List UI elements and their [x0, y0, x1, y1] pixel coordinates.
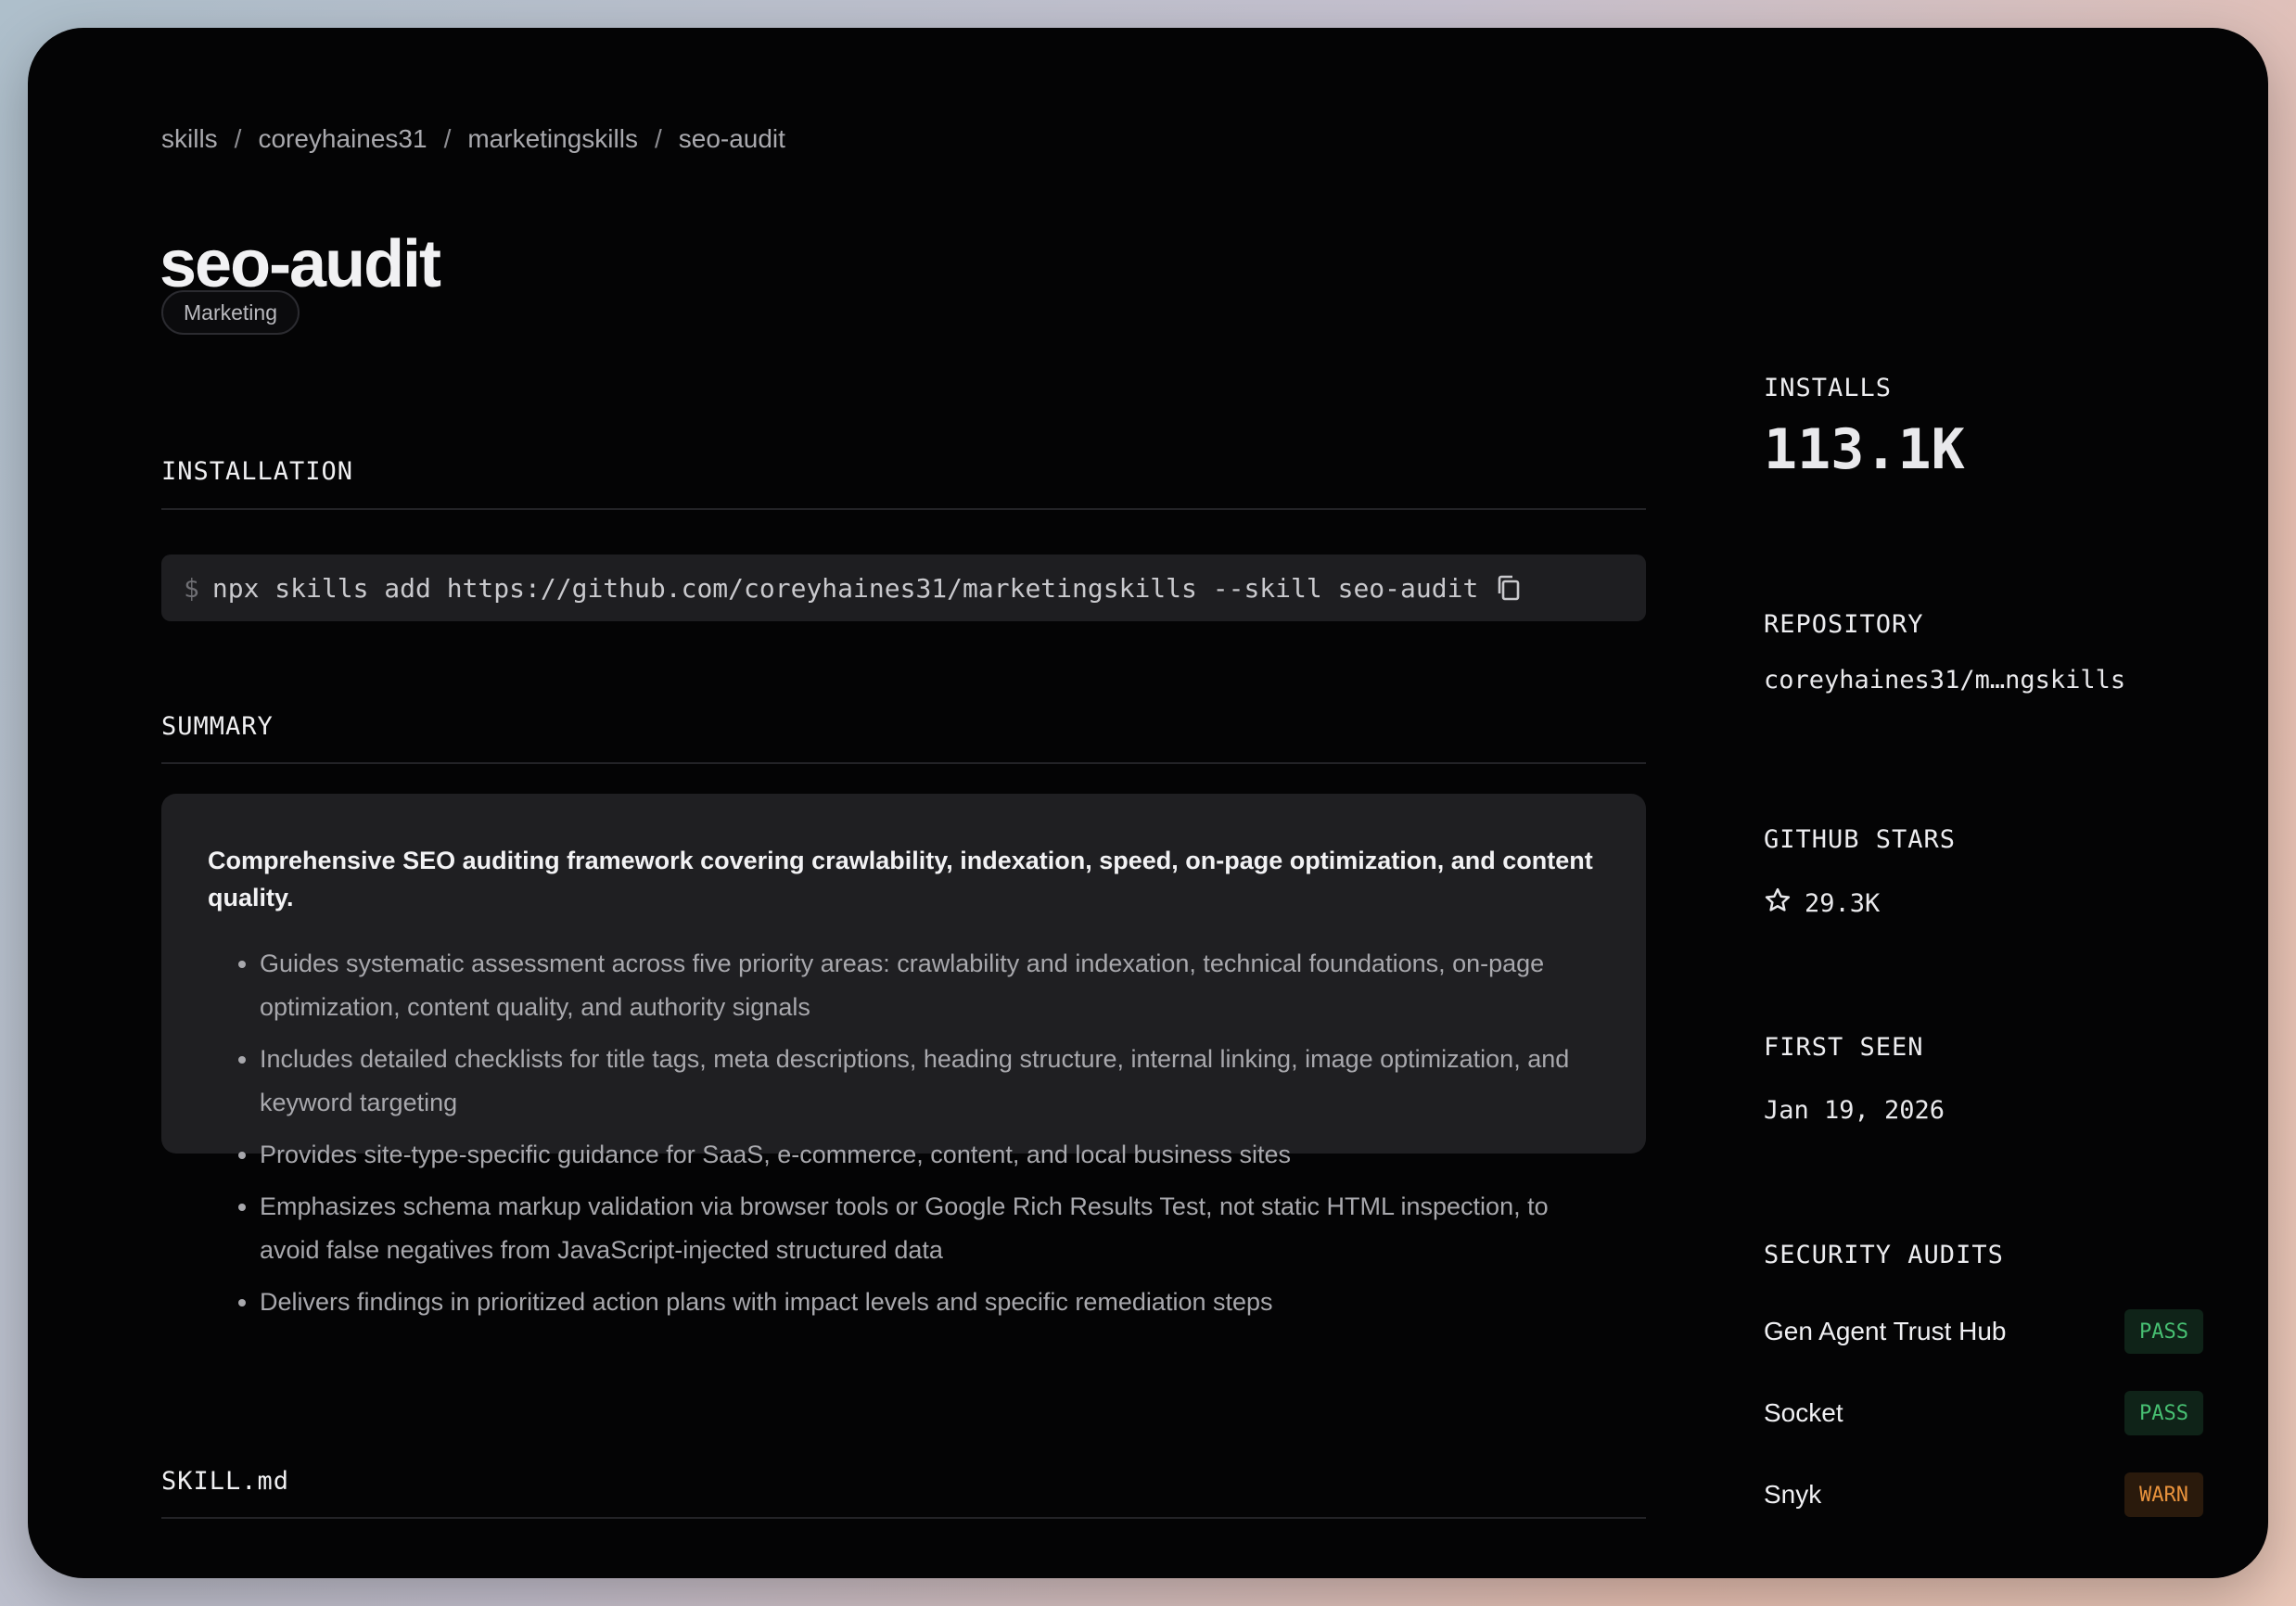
- status-badge: WARN: [2124, 1472, 2203, 1517]
- summary-panel: Comprehensive SEO auditing framework cov…: [161, 794, 1646, 1316]
- security-audits-label: SECURITY AUDITS: [1764, 1241, 2004, 1269]
- install-command-text[interactable]: npx skills add https://github.com/coreyh…: [212, 573, 1478, 604]
- divider: [161, 508, 1646, 510]
- list-item: Emphasizes schema markup validation via …: [260, 1185, 1600, 1272]
- audit-name: Gen Agent Trust Hub: [1764, 1317, 2007, 1345]
- first-seen-label: FIRST SEEN: [1764, 1033, 1924, 1062]
- first-seen-date: Jan 19, 2026: [1764, 1096, 1945, 1125]
- installation-heading: INSTALLATION: [161, 457, 354, 486]
- breadcrumb-current: seo-audit: [678, 124, 785, 153]
- list-item: Provides site-type-specific guidance for…: [260, 1133, 1600, 1177]
- shell-prompt: $: [184, 572, 199, 604]
- breadcrumb-separator: /: [234, 124, 242, 153]
- category-tag[interactable]: Marketing: [161, 290, 300, 335]
- summary-list: Guides systematic assessment across five…: [208, 942, 1600, 1324]
- list-item: Guides systematic assessment across five…: [260, 942, 1600, 1029]
- install-command-box: $ npx skills add https://github.com/core…: [161, 554, 1646, 621]
- breadcrumb: skills / coreyhaines31 / marketingskills…: [161, 121, 785, 158]
- breadcrumb-link-skills[interactable]: skills: [161, 124, 218, 154]
- divider: [161, 1517, 1646, 1519]
- breadcrumb-separator: /: [654, 124, 662, 153]
- status-badge: PASS: [2124, 1309, 2203, 1354]
- github-stars: 29.3K: [1764, 886, 1880, 921]
- repository-label: REPOSITORY: [1764, 610, 1924, 639]
- installs-count: 113.1K: [1764, 417, 1965, 482]
- github-stars-label: GITHUB STARS: [1764, 825, 1957, 854]
- breadcrumb-separator: /: [443, 124, 452, 153]
- breadcrumb-link-repo[interactable]: marketingskills: [467, 124, 638, 154]
- audit-row[interactable]: Socket PASS: [1764, 1391, 2203, 1435]
- divider: [161, 762, 1646, 764]
- github-stars-count: 29.3K: [1805, 889, 1881, 918]
- installs-label: INSTALLS: [1764, 374, 1893, 402]
- skill-md-heading: SKILL.md: [161, 1467, 290, 1496]
- repository-link[interactable]: coreyhaines31/m…ngskills: [1764, 666, 2125, 695]
- skill-page-window: skills / coreyhaines31 / marketingskills…: [28, 28, 2268, 1578]
- audit-name: Snyk: [1764, 1480, 1822, 1509]
- audit-row[interactable]: Snyk WARN: [1764, 1472, 2203, 1517]
- audit-name: Socket: [1764, 1398, 1843, 1427]
- summary-lead: Comprehensive SEO auditing framework cov…: [208, 847, 1593, 911]
- list-item: Includes detailed checklists for title t…: [260, 1038, 1600, 1125]
- summary-heading: SUMMARY: [161, 712, 274, 741]
- star-icon: [1764, 886, 1792, 921]
- list-item: Delivers findings in prioritized action …: [260, 1281, 1600, 1324]
- breadcrumb-link-owner[interactable]: coreyhaines31: [258, 124, 427, 154]
- audit-row[interactable]: Gen Agent Trust Hub PASS: [1764, 1309, 2203, 1354]
- copy-icon[interactable]: [1495, 573, 1523, 603]
- status-badge: PASS: [2124, 1391, 2203, 1435]
